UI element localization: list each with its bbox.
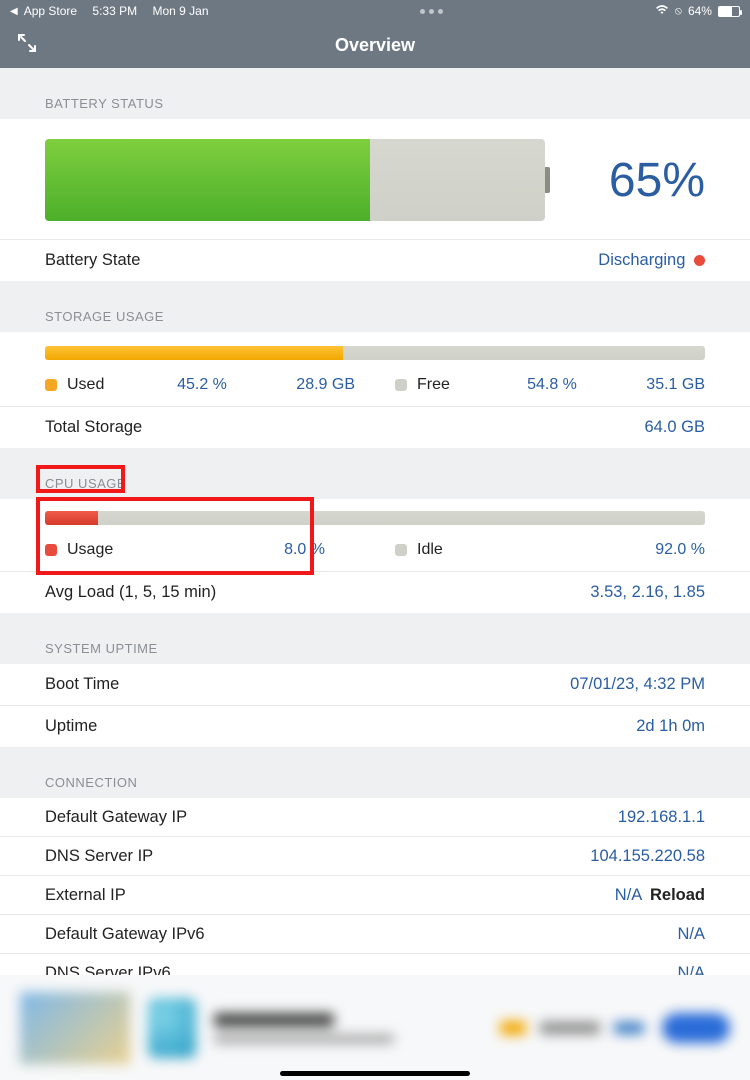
cpu-bar bbox=[45, 511, 705, 525]
storage-total-label: Total Storage bbox=[45, 418, 142, 437]
battery-state-value: Discharging bbox=[598, 251, 705, 270]
gateway-ip-label: Default Gateway IP bbox=[45, 808, 187, 827]
status-dot-icon bbox=[694, 255, 705, 266]
storage-free-label: Free bbox=[417, 376, 469, 394]
external-ip-value: N/A bbox=[615, 886, 642, 904]
cpu-idle-label: Idle bbox=[417, 541, 469, 559]
gateway-ipv6-value: N/A bbox=[677, 925, 705, 944]
storage-used-pct: 45.2 % bbox=[129, 376, 275, 394]
cpu-idle-pct: 92.0 % bbox=[479, 541, 705, 559]
battery-percent-text: 65% bbox=[585, 153, 705, 208]
legend-cpu-usage-color-icon bbox=[45, 544, 57, 556]
boot-time-label: Boot Time bbox=[45, 675, 119, 694]
legend-free-color-icon bbox=[395, 379, 407, 391]
wifi-icon bbox=[655, 4, 669, 18]
gateway-ipv6-label: Default Gateway IPv6 bbox=[45, 925, 205, 944]
status-time: 5:33 PM bbox=[92, 4, 137, 18]
gateway-ip-value: 192.168.1.1 bbox=[618, 808, 705, 827]
storage-free-gb: 35.1 GB bbox=[635, 376, 705, 394]
section-header-battery: BATTERY STATUS bbox=[0, 68, 750, 119]
cpu-usage-pct: 8.0 % bbox=[129, 541, 355, 559]
battery-state-label: Battery State bbox=[45, 251, 140, 270]
back-chevron-icon[interactable]: ◀ bbox=[10, 6, 18, 17]
section-header-storage: STORAGE USAGE bbox=[0, 281, 750, 332]
battery-card: 65% Battery State Discharging bbox=[0, 119, 750, 281]
ad-app-icon bbox=[148, 998, 196, 1058]
ad-meta bbox=[500, 1021, 644, 1035]
status-date: Mon 9 Jan bbox=[152, 4, 208, 18]
uptime-value: 2d 1h 0m bbox=[636, 717, 705, 736]
storage-card: Used 45.2 % 28.9 GB Free 54.8 % 35.1 GB … bbox=[0, 332, 750, 448]
cpu-avg-label: Avg Load (1, 5, 15 min) bbox=[45, 583, 216, 602]
storage-total-value: 64.0 GB bbox=[644, 418, 705, 437]
dns-ip-label: DNS Server IP bbox=[45, 847, 153, 866]
ad-text bbox=[214, 1013, 482, 1043]
reload-button[interactable]: Reload bbox=[650, 886, 705, 904]
storage-used-gb: 28.9 GB bbox=[285, 376, 355, 394]
ad-banner[interactable] bbox=[0, 975, 750, 1080]
ad-thumbnail bbox=[20, 992, 130, 1064]
storage-free-pct: 54.8 % bbox=[479, 376, 625, 394]
battery-icon bbox=[718, 6, 740, 17]
external-ip-label: External IP bbox=[45, 886, 126, 905]
orientation-lock-icon: ⦸ bbox=[675, 5, 682, 18]
back-app-label[interactable]: App Store bbox=[24, 4, 77, 18]
section-header-cpu: CPU USAGE bbox=[0, 448, 750, 499]
section-header-uptime: SYSTEM UPTIME bbox=[0, 613, 750, 664]
page-title: Overview bbox=[335, 35, 415, 56]
storage-used-label: Used bbox=[67, 376, 119, 394]
dns-ip-value: 104.155.220.58 bbox=[590, 847, 705, 866]
section-header-connection: CONNECTION bbox=[0, 747, 750, 798]
cpu-avg-value: 3.53, 2.16, 1.85 bbox=[590, 583, 705, 602]
battery-pct-label: 64% bbox=[688, 4, 712, 18]
ad-cta-button[interactable] bbox=[662, 1013, 730, 1043]
multitask-dots-icon[interactable] bbox=[420, 9, 443, 14]
legend-used-color-icon bbox=[45, 379, 57, 391]
ios-status-bar: ◀ App Store 5:33 PM Mon 9 Jan ⦸ 64% bbox=[0, 0, 750, 22]
cpu-card: Usage 8.0 % Idle 92.0 % Avg Load (1, 5, … bbox=[0, 499, 750, 613]
cpu-usage-label: Usage bbox=[67, 541, 119, 559]
uptime-card: Boot Time 07/01/23, 4:32 PM Uptime 2d 1h… bbox=[0, 664, 750, 747]
battery-gauge bbox=[45, 139, 545, 221]
page-header: Overview bbox=[0, 22, 750, 68]
storage-bar bbox=[45, 346, 705, 360]
boot-time-value: 07/01/23, 4:32 PM bbox=[570, 675, 705, 694]
uptime-label: Uptime bbox=[45, 717, 97, 736]
expand-icon[interactable] bbox=[16, 32, 38, 54]
legend-cpu-idle-color-icon bbox=[395, 544, 407, 556]
connection-card: Default Gateway IP 192.168.1.1 DNS Serve… bbox=[0, 798, 750, 992]
home-indicator[interactable] bbox=[280, 1071, 470, 1076]
